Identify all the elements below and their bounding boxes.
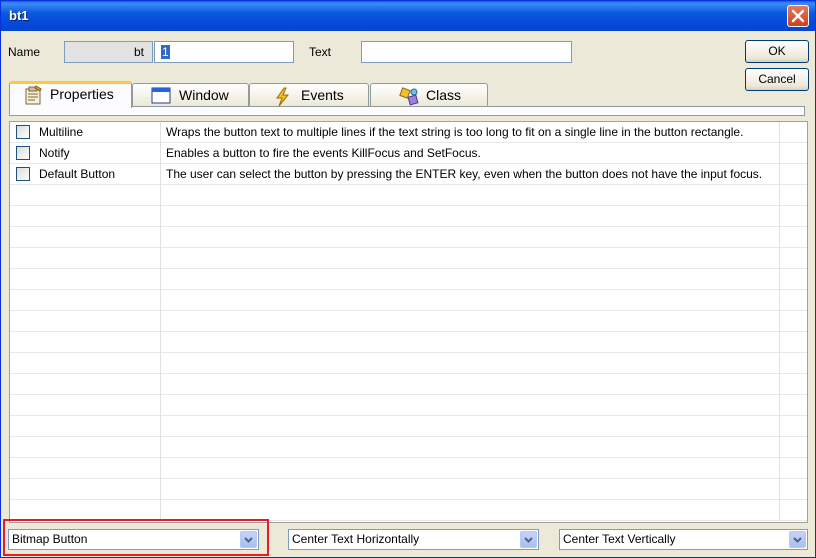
property-name: Notify (39, 146, 70, 160)
property-name: Default Button (39, 167, 116, 181)
empty-row (10, 248, 807, 269)
dialog-window: bt1 Name bt 1 Text OK Cancel Properties … (0, 0, 816, 558)
multiline-checkbox[interactable] (16, 125, 30, 139)
button-type-dropdown[interactable] (240, 531, 257, 548)
property-description: Wraps the button text to multiple lines … (161, 122, 780, 143)
tab-events[interactable]: Events (249, 83, 369, 107)
empty-row (10, 269, 807, 290)
tab-window[interactable]: Window (132, 83, 249, 106)
property-name: Multiline (39, 125, 84, 139)
window-icon (151, 87, 171, 104)
button-type-value: Bitmap Button (12, 532, 88, 546)
property-description: Enables a button to fire the events Kill… (161, 143, 780, 164)
empty-row (10, 437, 807, 458)
empty-row (10, 416, 807, 437)
tab-class[interactable]: Class (370, 83, 488, 106)
horizontal-align-value: Center Text Horizontally (292, 532, 420, 546)
class-icon (399, 87, 419, 106)
tab-properties[interactable]: Properties (9, 81, 132, 108)
window-title: bt1 (9, 8, 29, 23)
empty-row (10, 374, 807, 395)
empty-row (10, 353, 807, 374)
property-name-cell: Default Button (10, 164, 161, 185)
tab-window-label: Window (179, 87, 229, 103)
name-input-value: 1 (161, 45, 170, 59)
property-name-cell: Notify (10, 143, 161, 164)
property-name-cell: Multiline (10, 122, 161, 143)
chevron-down-icon (244, 537, 253, 543)
empty-row (10, 458, 807, 479)
chevron-down-icon (524, 537, 533, 543)
name-label: Name (8, 45, 41, 59)
chevron-down-icon (793, 537, 802, 543)
empty-row (10, 185, 807, 206)
empty-row (10, 332, 807, 353)
vertical-align-select[interactable]: Center Text Vertically (559, 529, 808, 550)
property-grid: Multiline Wraps the button text to multi… (9, 121, 808, 523)
notify-checkbox[interactable] (16, 146, 30, 160)
cancel-button[interactable]: Cancel (745, 68, 809, 91)
close-icon (791, 9, 805, 23)
name-prefix-field: bt (64, 41, 153, 63)
table-row: Notify Enables a button to fire the even… (10, 143, 807, 164)
properties-icon (25, 85, 42, 105)
vertical-align-dropdown[interactable] (789, 531, 806, 548)
table-row: Default Button The user can select the b… (10, 164, 807, 185)
title-bar[interactable]: bt1 (1, 1, 815, 31)
lightning-icon (276, 87, 290, 107)
text-label: Text (309, 45, 332, 59)
name-input[interactable]: 1 (154, 41, 294, 63)
text-input[interactable] (361, 41, 572, 63)
empty-row (10, 206, 807, 227)
empty-row (10, 479, 807, 500)
empty-row (10, 311, 807, 332)
empty-row (10, 500, 807, 521)
button-type-select[interactable]: Bitmap Button (8, 529, 259, 550)
default-button-checkbox[interactable] (16, 167, 30, 181)
table-row: Multiline Wraps the button text to multi… (10, 122, 807, 143)
tab-class-label: Class (426, 87, 462, 103)
empty-row (10, 395, 807, 416)
empty-row (10, 227, 807, 248)
horizontal-align-select[interactable]: Center Text Horizontally (288, 529, 539, 550)
horizontal-align-dropdown[interactable] (520, 531, 537, 548)
ok-button[interactable]: OK (745, 40, 809, 63)
tab-properties-label: Properties (50, 86, 114, 102)
empty-row (10, 290, 807, 311)
close-button[interactable] (787, 5, 809, 27)
tab-events-label: Events (301, 87, 344, 103)
property-description: The user can select the button by pressi… (161, 164, 780, 185)
vertical-align-value: Center Text Vertically (563, 532, 676, 546)
